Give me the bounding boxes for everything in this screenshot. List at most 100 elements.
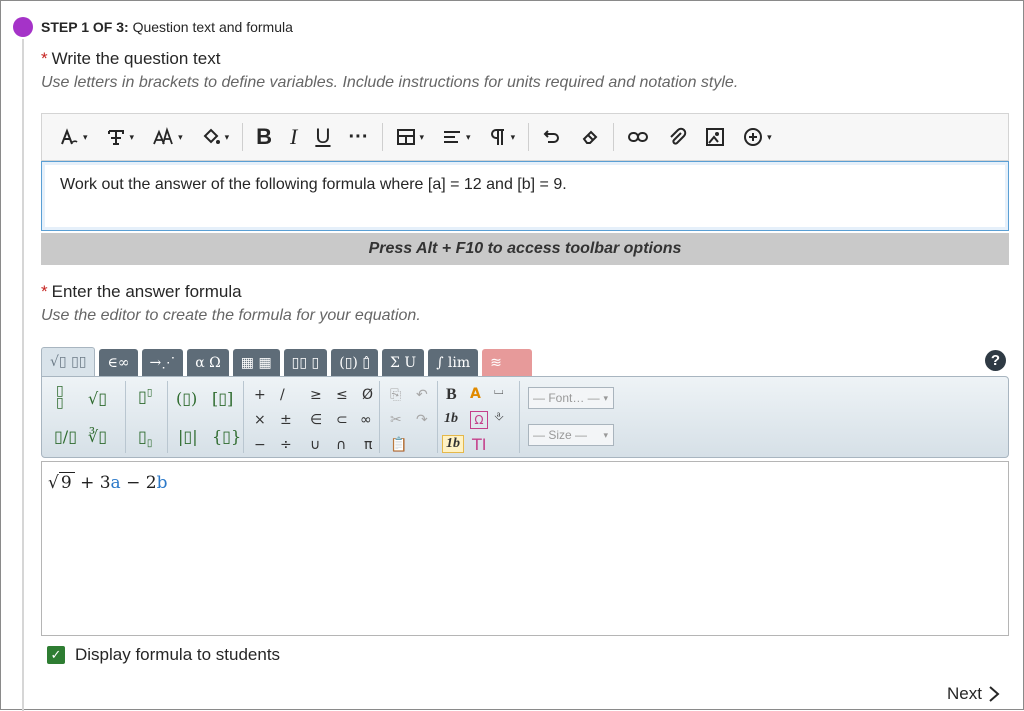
question-text-label: * Write the question text — [41, 49, 221, 68]
tab-sums[interactable]: Σ U — [382, 349, 425, 377]
script-group: ▯▯ ▯▯ — [126, 381, 168, 453]
size-select[interactable]: — Size — ▾ — [528, 424, 614, 446]
operator-group: + / × ± − ÷ ≥ ≤ ∈ ⊂ ∪ ∩ Ø ∞ π — [244, 381, 380, 453]
divide-slash-icon[interactable]: / — [280, 387, 285, 403]
help-icon[interactable]: ? — [985, 350, 1006, 371]
undo-formula-icon[interactable]: ↶ — [416, 387, 428, 403]
toolbar-access-hint: Press Alt + F10 to access toolbar option… — [41, 233, 1009, 265]
clipboard-group: ⎘ ↶ ✂ ↷ 📋 — [380, 381, 438, 453]
table-icon[interactable]: ▾ — [387, 121, 434, 153]
answer-formula-label: * Enter the answer formula — [41, 282, 242, 301]
bracket-group: (▯) [▯] |▯| {▯} — [168, 381, 244, 453]
nth-root-icon[interactable]: ∛▯ — [88, 427, 107, 446]
minus-icon[interactable]: − — [254, 437, 266, 453]
copy-icon[interactable]: ⎘ — [390, 387, 401, 403]
symbol-icon[interactable]: Ω — [470, 411, 488, 429]
toolbar-divider — [381, 123, 383, 151]
formula-expression[interactable]: √ 9 + 3a − 2b — [48, 472, 167, 493]
more-icon[interactable]: ··· — [340, 121, 378, 153]
toolbar-divider — [528, 123, 530, 151]
radicand: 9 — [58, 472, 75, 493]
infinity-icon[interactable]: ∞ — [360, 412, 372, 428]
formula-minus-term: − 2 — [126, 473, 157, 493]
times-icon[interactable]: × — [254, 412, 266, 428]
font-select[interactable]: — Font… — ▾ — [528, 387, 614, 409]
formula-toolbar: ▯ ▯ √▯ ▯/▯ ∛▯ ▯▯ ▯▯ (▯) [▯] |▯| {▯} + / ×… — [41, 376, 1009, 458]
italic-formula-icon[interactable]: 1b — [444, 411, 458, 427]
variable-a: a — [110, 473, 121, 493]
style-group: B A ⌴ 1b Ω ⎀ 1b TI — [438, 381, 520, 454]
tab-greek[interactable]: α Ω — [187, 349, 229, 377]
italic-icon[interactable]: I — [281, 121, 306, 153]
display-formula-checkbox[interactable]: ✓ — [47, 646, 65, 664]
special-chars-icon[interactable]: ⎀ — [494, 409, 504, 424]
square-root-icon[interactable]: √▯ — [88, 389, 107, 408]
parentheses-icon[interactable]: (▯) — [176, 389, 197, 408]
absolute-value-icon[interactable]: |▯| — [178, 427, 198, 446]
toolbar-divider — [242, 123, 244, 151]
tab-fractions-roots[interactable]: √▯ ▯▯ — [41, 347, 96, 377]
required-asterisk: * — [41, 49, 48, 68]
union-icon[interactable]: ∪ — [310, 437, 320, 453]
question-text-content[interactable]: Work out the answer of the following for… — [60, 176, 567, 194]
subset-icon[interactable]: ⊂ — [336, 412, 348, 428]
formula-input-area[interactable]: √ 9 + 3a − 2b — [41, 461, 1009, 636]
intersection-icon[interactable]: ∩ — [336, 437, 346, 453]
plus-icon[interactable]: + — [254, 387, 266, 403]
text-mode-icon[interactable]: TI — [472, 435, 487, 454]
tab-matrices[interactable]: ▦ ▦ — [232, 349, 280, 377]
underline-icon[interactable]: U — [306, 121, 339, 153]
chevron-right-icon — [989, 686, 1000, 702]
square-brackets-icon[interactable]: [▯] — [212, 389, 233, 408]
step-indicator-dot — [13, 17, 33, 37]
spacing-icon[interactable]: ⌴ — [494, 383, 504, 398]
redo-formula-icon[interactable]: ↷ — [416, 412, 428, 428]
tab-brackets[interactable]: (▯) ▯̂ — [331, 349, 379, 377]
align-icon[interactable]: ▾ — [433, 121, 480, 153]
text-format-icon[interactable]: ▾ — [97, 121, 144, 153]
paragraph-icon[interactable]: ▾ — [480, 121, 525, 153]
attach-icon[interactable] — [658, 121, 696, 153]
subscript-icon[interactable]: ▯▯ — [138, 427, 152, 449]
fill-color-icon[interactable]: ▾ — [192, 121, 239, 153]
step-timeline — [22, 39, 24, 711]
curly-brackets-icon[interactable]: {▯} — [212, 427, 241, 446]
cut-icon[interactable]: ✂ — [390, 412, 402, 428]
image-icon[interactable] — [696, 121, 734, 153]
plus-minus-icon[interactable]: ± — [280, 412, 292, 428]
tab-calculus[interactable]: ∫ lim — [428, 349, 479, 377]
step-prefix: STEP 1 OF 3: — [41, 19, 129, 35]
tab-sets[interactable]: ∈∞ — [99, 349, 138, 377]
link-icon[interactable] — [618, 121, 658, 153]
step-heading: STEP 1 OF 3: Question text and formula — [41, 19, 293, 35]
color-formula-icon[interactable]: A — [470, 386, 481, 402]
required-asterisk: * — [41, 282, 48, 301]
less-equal-icon[interactable]: ≤ — [336, 387, 348, 403]
division-icon[interactable]: ÷ — [280, 437, 292, 453]
pi-icon[interactable]: π — [364, 437, 372, 453]
greater-equal-icon[interactable]: ≥ — [310, 387, 322, 403]
paragraph-style-icon[interactable]: ▾ — [50, 121, 97, 153]
tab-scripts[interactable]: ▯▯ ▯ — [283, 349, 328, 377]
eraser-icon[interactable] — [571, 121, 609, 153]
bold-icon[interactable]: B — [247, 121, 281, 153]
paste-icon[interactable]: 📋 — [390, 437, 407, 453]
answer-formula-hint: Use the editor to create the formula for… — [41, 307, 421, 324]
tab-arrows[interactable]: →⋰ — [141, 349, 184, 377]
element-of-icon[interactable]: ∈ — [310, 412, 322, 428]
tab-handwriting[interactable]: ≋ — [482, 349, 533, 377]
next-button[interactable]: Next — [947, 684, 1000, 704]
display-formula-option: ✓ Display formula to students — [47, 645, 280, 665]
formula-editor-tabs: √▯ ▯▯ ∈∞ →⋰ α Ω ▦ ▦ ▯▯ ▯ (▯) ▯̂ Σ U ∫ li… — [41, 347, 533, 377]
font-size-icon[interactable]: ▾ — [143, 121, 192, 153]
bold-formula-icon[interactable]: B — [446, 386, 457, 404]
math-mode-icon[interactable]: 1b — [442, 435, 464, 453]
undo-icon[interactable] — [533, 121, 571, 153]
empty-set-icon[interactable]: Ø — [362, 387, 373, 403]
insert-icon[interactable]: ▾ — [734, 121, 781, 153]
superscript-icon[interactable]: ▯▯ — [138, 387, 152, 406]
bevelled-fraction-icon[interactable]: ▯/▯ — [54, 427, 77, 446]
fraction-icon[interactable]: ▯ ▯ — [56, 384, 64, 410]
step-title: Question text and formula — [132, 19, 293, 35]
question-text-editor[interactable]: Work out the answer of the following for… — [41, 161, 1009, 231]
